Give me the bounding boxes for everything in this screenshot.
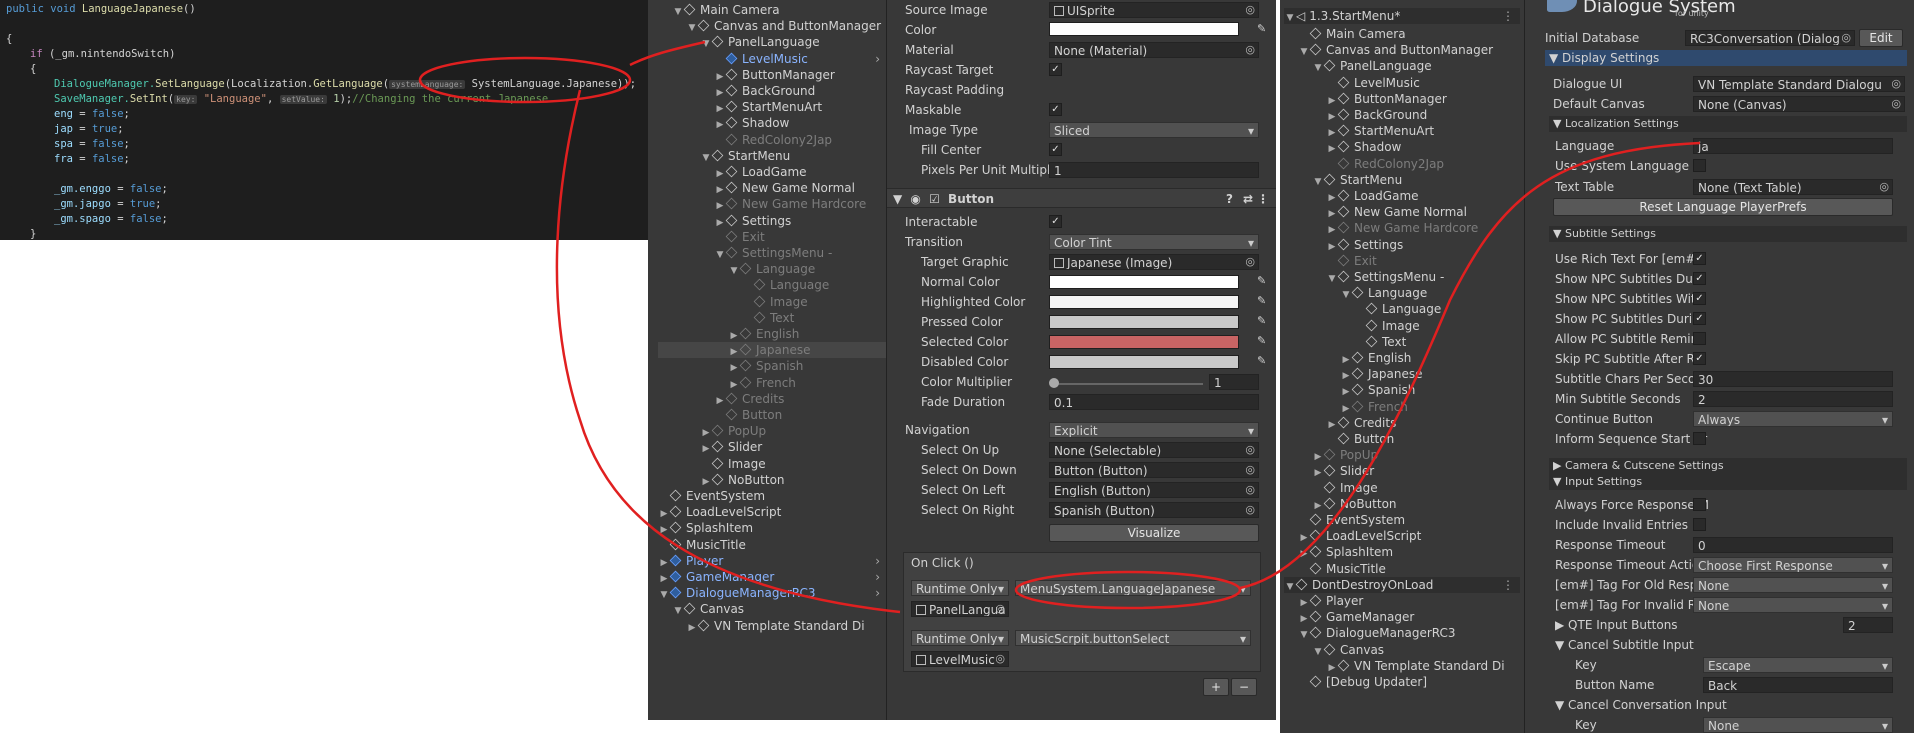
annotation-circle-code [418, 56, 632, 104]
annotation-circle-function [1014, 570, 1242, 610]
annotation-arrow-onclick [555, 89, 901, 614]
annotation-arrow-language [1239, 141, 1701, 590]
red-annotation-overlay [418, 40, 1701, 614]
annotation-arrow-panel [629, 40, 706, 67]
